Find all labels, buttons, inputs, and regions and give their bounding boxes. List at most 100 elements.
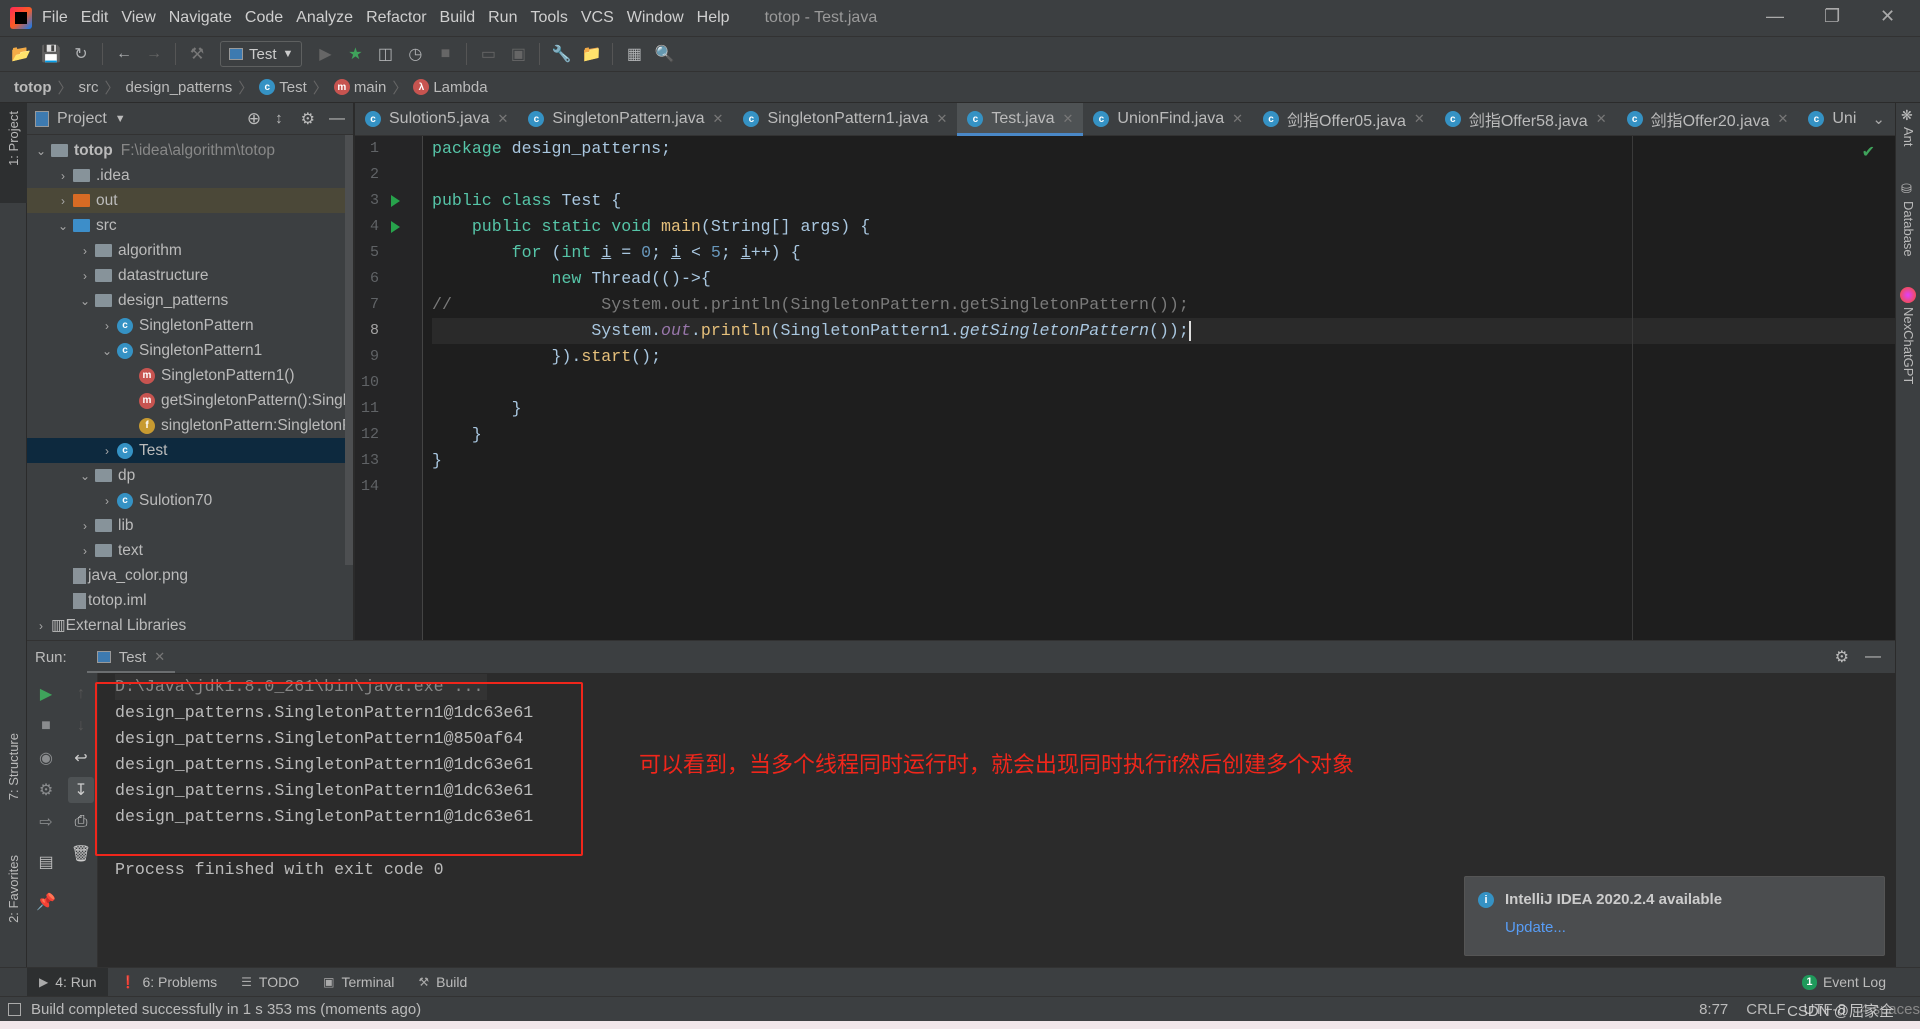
run-icon[interactable]: ▶	[312, 42, 338, 66]
editor-tab[interactable]: c UnionFind.java ✕	[1083, 103, 1253, 136]
coverage-icon[interactable]: ◫	[372, 42, 398, 66]
dependency-icon[interactable]: ▣	[505, 42, 531, 66]
chevron-down-icon[interactable]: ⌄	[97, 344, 117, 358]
breadcrumb-item[interactable]: totop	[14, 79, 51, 96]
close-tab-icon[interactable]: ✕	[154, 649, 165, 665]
code-line[interactable]: }	[432, 396, 1895, 422]
tree-item[interactable]: › algorithm	[27, 238, 353, 263]
event-log-button[interactable]: 1 Event Log	[1801, 974, 1886, 990]
menu-window[interactable]: Window	[627, 9, 684, 27]
menu-code[interactable]: Code	[245, 9, 283, 27]
code-area[interactable]: package design_patterns;public class Tes…	[432, 136, 1895, 500]
chevron-down-icon[interactable]: ⌄	[75, 294, 95, 308]
tree-scrollbar[interactable]	[345, 135, 353, 565]
debug-icon[interactable]: ⚙	[33, 777, 59, 803]
locate-icon[interactable]: ⊕	[247, 109, 261, 129]
project-view-select[interactable]: Project	[57, 110, 107, 128]
gear-icon[interactable]: ⚙	[301, 109, 315, 129]
tree-item[interactable]: › out	[27, 188, 353, 213]
maximize-icon[interactable]: ❐	[1824, 6, 1840, 27]
close-tab-icon[interactable]: ✕	[1414, 111, 1425, 127]
tree-item[interactable]: › c Test	[27, 438, 353, 463]
editor-tab[interactable]: c Sulotion5.java ✕	[355, 103, 518, 136]
tree-item[interactable]: ⌄ totop F:\idea\algorithm\totop	[27, 138, 353, 163]
tree-item[interactable]: › datastructure	[27, 263, 353, 288]
menu-navigate[interactable]: Navigate	[169, 9, 232, 27]
code-line[interactable]: new Thread(()->{	[432, 266, 1895, 292]
breadcrumb-item[interactable]: m main	[333, 79, 386, 96]
tree-item[interactable]: f singletonPattern:SingletonPattern1	[27, 413, 353, 438]
update-link[interactable]: Update...	[1505, 919, 1566, 936]
code-line[interactable]	[432, 474, 1895, 500]
gear-icon[interactable]: ⚙	[1835, 647, 1849, 667]
chevron-right-icon[interactable]: ›	[75, 244, 95, 258]
run-gutter-icon[interactable]	[391, 221, 400, 233]
collapse-all-icon[interactable]: ↕	[275, 110, 283, 127]
code-line[interactable]: }).start();	[432, 344, 1895, 370]
stop-icon[interactable]: ■	[432, 42, 458, 66]
menu-build[interactable]: Build	[440, 9, 476, 27]
hide-icon[interactable]: —	[329, 110, 345, 128]
minimize-icon[interactable]: —	[1766, 6, 1784, 27]
tree-item[interactable]: ⌄ src	[27, 213, 353, 238]
close-tab-icon[interactable]: ✕	[1062, 111, 1073, 127]
tree-item[interactable]: m getSingletonPattern():SingletonPattern1	[27, 388, 353, 413]
wrench-icon[interactable]: 🔧	[548, 42, 574, 66]
toggle-tool-windows-icon[interactable]	[8, 1002, 21, 1016]
code-line[interactable]: for (int i = 0; i < 5; i++) {	[432, 240, 1895, 266]
code-line[interactable]: System.out.println(SingletonPattern1.get…	[432, 318, 1895, 344]
project-structure-icon[interactable]: 📁	[578, 42, 604, 66]
line-separator[interactable]: CRLF	[1746, 1001, 1785, 1018]
bottom-tab[interactable]: ▣ Terminal	[311, 968, 406, 997]
chevron-right-icon[interactable]: ›	[31, 619, 51, 633]
breadcrumb-item[interactable]: design_patterns	[126, 79, 233, 96]
tree-item[interactable]: › c SingletonPattern	[27, 313, 353, 338]
chevron-right-icon[interactable]: ›	[75, 519, 95, 533]
chevron-right-icon[interactable]: ›	[53, 194, 73, 208]
chevron-right-icon[interactable]: ›	[97, 444, 117, 458]
tree-item[interactable]: › ▥ External Libraries	[27, 613, 353, 638]
breadcrumb-item[interactable]: λ Lambda	[413, 79, 488, 96]
menu-refactor[interactable]: Refactor	[366, 9, 426, 27]
project-tool-button[interactable]: 1: Project	[6, 111, 21, 166]
close-icon[interactable]: ✕	[1880, 6, 1895, 27]
sync-icon[interactable]: ↻	[68, 42, 94, 66]
device-icon[interactable]: ▭	[475, 42, 501, 66]
code-line[interactable]: public class Test {	[432, 188, 1895, 214]
print-icon[interactable]: ⎙	[68, 809, 94, 835]
code-line[interactable]: package design_patterns;	[432, 136, 1895, 162]
menu-edit[interactable]: Edit	[81, 9, 109, 27]
run-tab-test[interactable]: Test ✕	[87, 641, 175, 674]
menu-vcs[interactable]: VCS	[581, 9, 614, 27]
down-arrow-icon[interactable]: ↓	[68, 713, 94, 739]
tree-item[interactable]: › lib	[27, 513, 353, 538]
code-line[interactable]: // System.out.println(SingletonPattern.g…	[432, 292, 1895, 318]
chevron-right-icon[interactable]: ›	[97, 494, 117, 508]
chevron-down-icon[interactable]: ⌄	[53, 219, 73, 233]
editor-tab[interactable]: c Uni	[1798, 103, 1866, 136]
stop-icon[interactable]: ■	[33, 713, 59, 739]
chevron-right-icon[interactable]: ›	[53, 169, 73, 183]
breadcrumb-item[interactable]: c Test	[259, 79, 307, 96]
editor-tab[interactable]: c 剑指Offer20.java ✕	[1617, 103, 1799, 136]
code-line[interactable]: }	[432, 448, 1895, 474]
bottom-tab[interactable]: ▶ 4: Run	[27, 967, 109, 997]
editor-tab[interactable]: c SingletonPattern1.java ✕	[733, 103, 957, 136]
pin-icon[interactable]: 📌	[33, 889, 59, 915]
menu-tools[interactable]: Tools	[530, 9, 567, 27]
close-tab-icon[interactable]: ✕	[498, 111, 509, 127]
trash-icon[interactable]: 🗑	[68, 841, 94, 867]
code-line[interactable]	[432, 162, 1895, 188]
code-line[interactable]: public static void main(String[] args) {	[432, 214, 1895, 240]
close-tab-icon[interactable]: ✕	[1596, 111, 1607, 127]
editor-tab[interactable]: c 剑指Offer58.java ✕	[1435, 103, 1617, 136]
close-tab-icon[interactable]: ✕	[1232, 111, 1243, 127]
tree-item[interactable]: ⌄ c SingletonPattern1	[27, 338, 353, 363]
tree-item[interactable]: java_color.png	[27, 563, 353, 588]
camera-icon[interactable]: ◉	[33, 745, 59, 771]
tree-item[interactable]: totop.iml	[27, 588, 353, 613]
breadcrumb-item[interactable]: src	[79, 79, 99, 96]
menu-analyze[interactable]: Analyze	[296, 9, 353, 27]
ant-tool-button[interactable]: Ant	[1901, 127, 1916, 147]
build-hammer-icon[interactable]: ⚒	[184, 42, 210, 66]
